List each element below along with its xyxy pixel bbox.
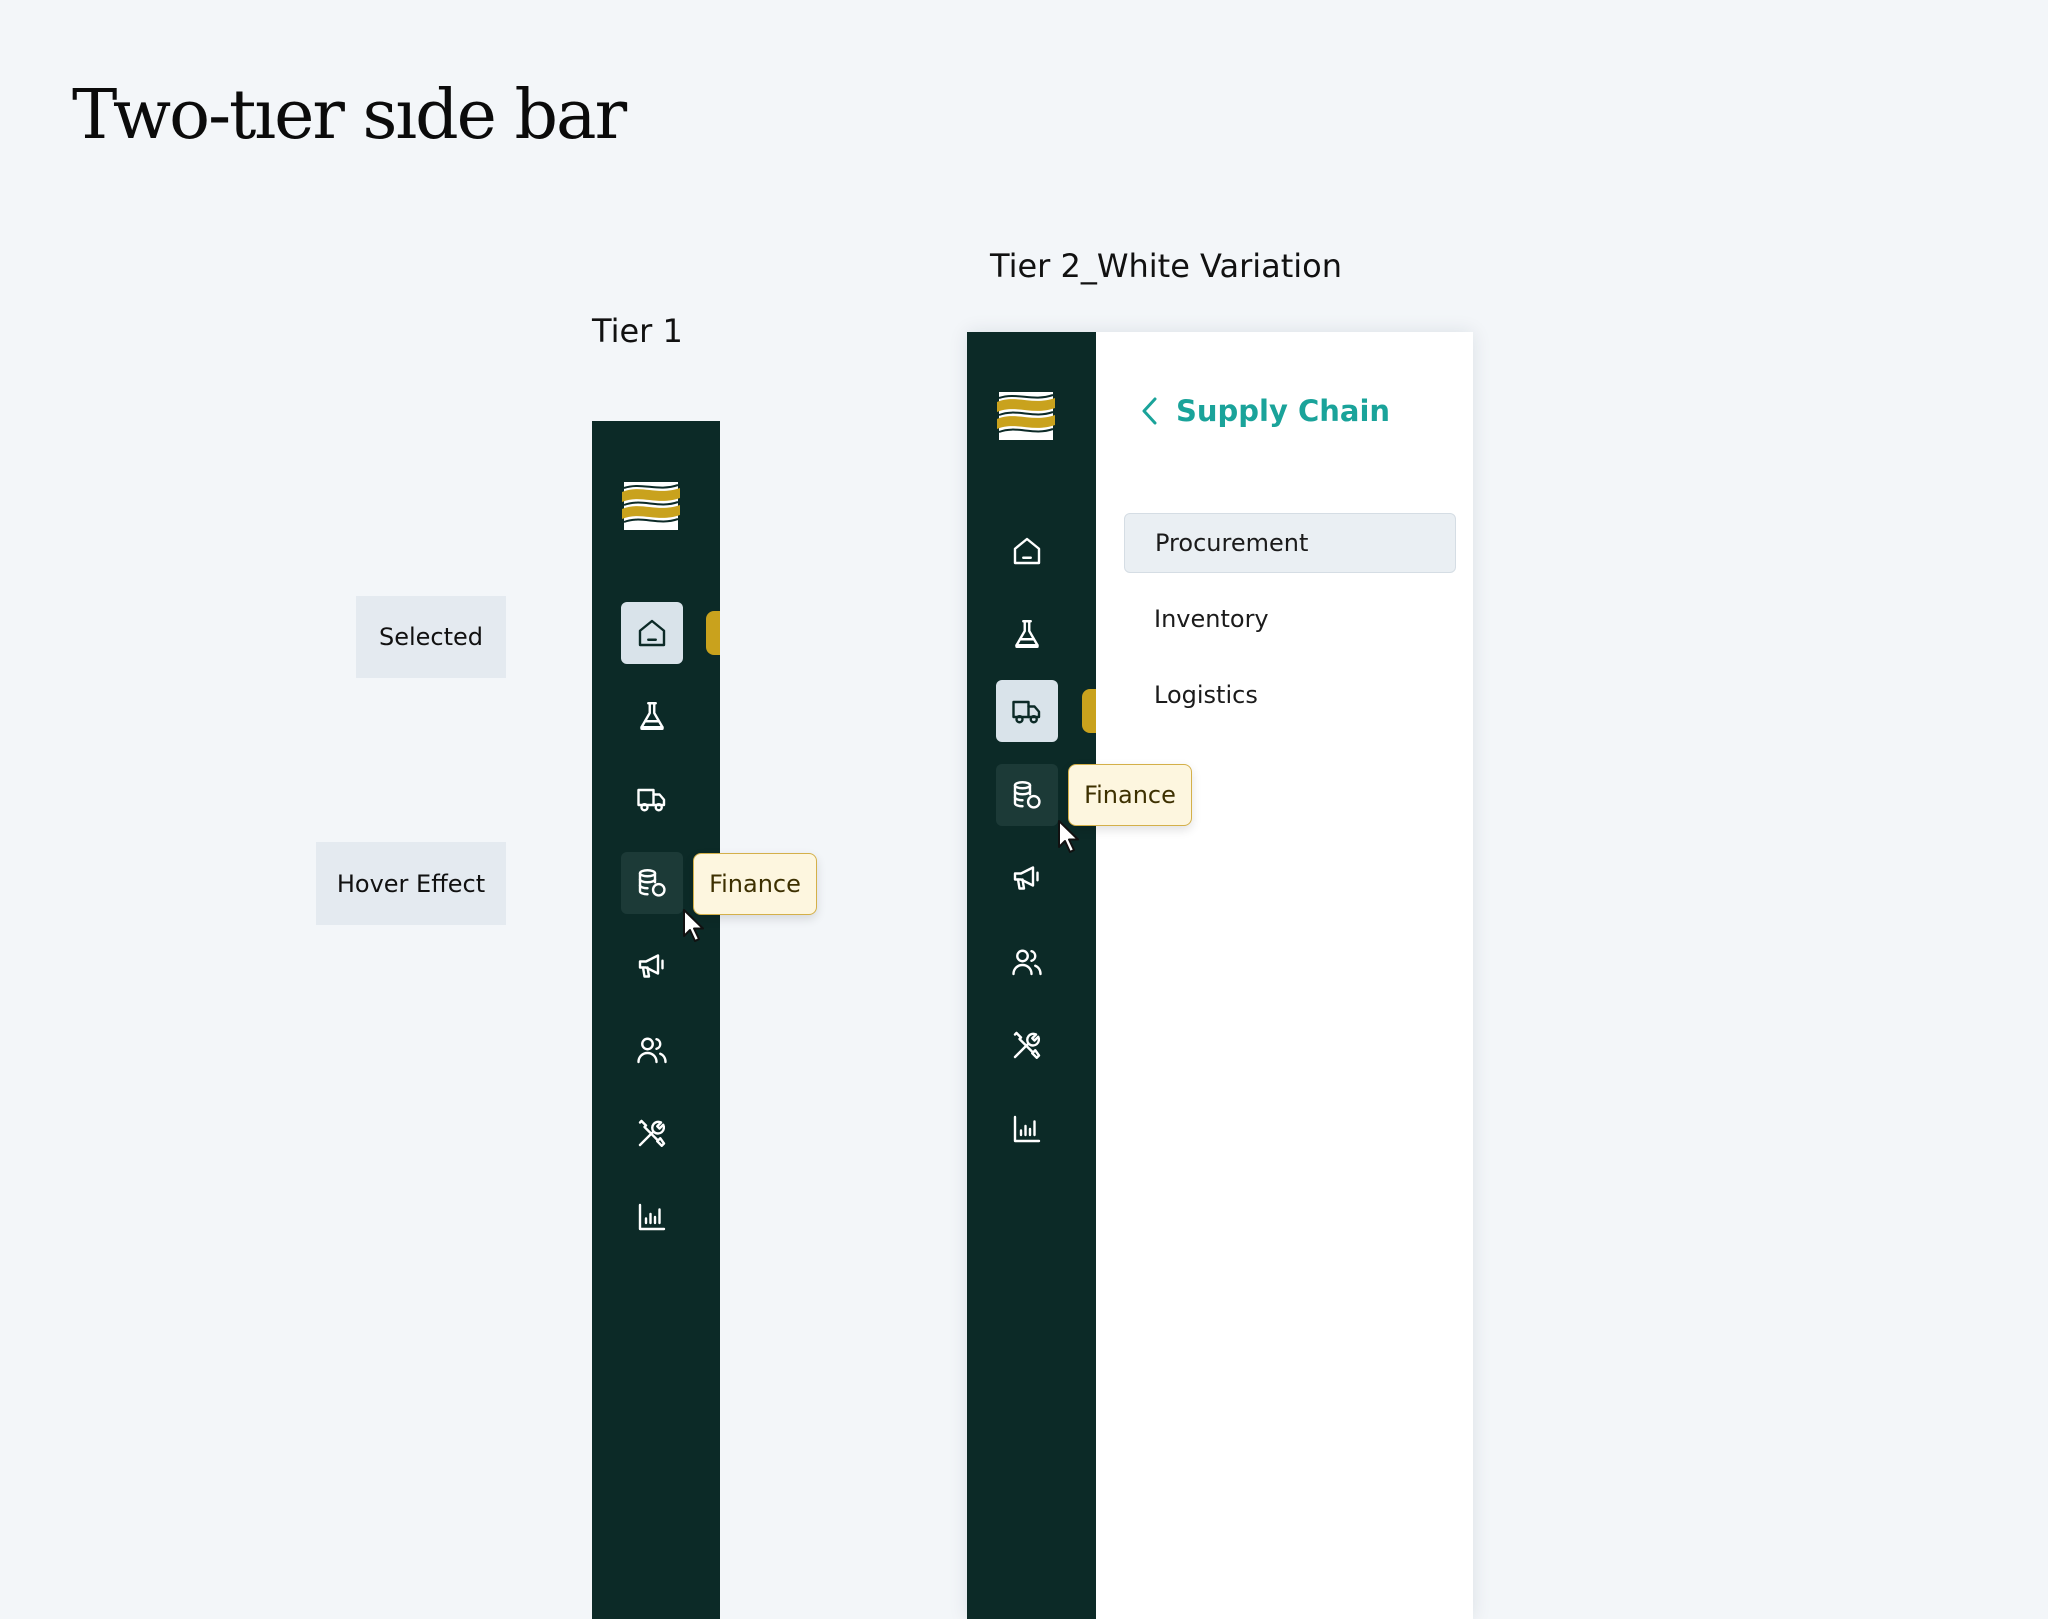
nav-supply-chain-icon-button[interactable] bbox=[621, 768, 683, 830]
brand-logo-icon[interactable] bbox=[997, 392, 1055, 440]
back-label: Supply Chain bbox=[1176, 394, 1391, 428]
tools-icon bbox=[1009, 1027, 1045, 1063]
page-title: Two-tıer sıde bar bbox=[72, 76, 627, 155]
nav-home-icon-button[interactable] bbox=[621, 602, 683, 664]
database-coin-icon bbox=[634, 865, 670, 901]
nav-marketing-icon-button[interactable] bbox=[996, 847, 1058, 909]
megaphone-icon bbox=[1009, 860, 1045, 896]
home-icon bbox=[634, 615, 670, 651]
finance-tooltip: Finance bbox=[1068, 764, 1192, 826]
tier1-title: Tier 1 bbox=[592, 312, 683, 350]
nav-tools-icon-button[interactable] bbox=[996, 1014, 1058, 1076]
bar-chart-icon bbox=[634, 1199, 670, 1235]
nav-people-icon-button[interactable] bbox=[621, 1019, 683, 1081]
bar-chart-icon bbox=[1009, 1111, 1045, 1147]
nav-supply-chain-icon-button[interactable] bbox=[996, 680, 1058, 742]
nav-finance-icon-button[interactable] bbox=[996, 764, 1058, 826]
flask-icon bbox=[1009, 616, 1045, 652]
nav-home-icon-button[interactable] bbox=[996, 520, 1058, 582]
tier2-rail bbox=[967, 332, 1096, 1619]
tier1-rail bbox=[592, 421, 720, 1619]
secondary-nav: Supply Chain Procurement Inventory Logis… bbox=[1096, 332, 1473, 932]
chevron-left-icon bbox=[1142, 397, 1157, 425]
subnav-item-inventory[interactable]: Inventory bbox=[1124, 589, 1456, 649]
nav-lab-icon-button[interactable] bbox=[621, 685, 683, 747]
nav-tools-icon-button[interactable] bbox=[621, 1102, 683, 1164]
truck-icon bbox=[1009, 693, 1045, 729]
users-icon bbox=[1009, 944, 1045, 980]
nav-reports-icon-button[interactable] bbox=[621, 1186, 683, 1248]
subnav-item-procurement[interactable]: Procurement bbox=[1124, 513, 1456, 573]
cursor-pointer-icon bbox=[1057, 819, 1083, 855]
nav-marketing-icon-button[interactable] bbox=[621, 935, 683, 997]
finance-tooltip: Finance bbox=[693, 853, 817, 915]
tier2-title: Tier 2_White Variation bbox=[990, 247, 1343, 285]
home-icon bbox=[1009, 533, 1045, 569]
selected-indicator bbox=[706, 611, 720, 655]
megaphone-icon bbox=[634, 948, 670, 984]
truck-icon bbox=[634, 781, 670, 817]
tools-icon bbox=[634, 1115, 670, 1151]
nav-reports-icon-button[interactable] bbox=[996, 1098, 1058, 1160]
back-button[interactable]: Supply Chain bbox=[1138, 394, 1390, 428]
selected-label: Selected bbox=[356, 596, 506, 678]
hover-effect-label: Hover Effect bbox=[316, 842, 506, 925]
nav-lab-icon-button[interactable] bbox=[996, 603, 1058, 665]
users-icon bbox=[634, 1032, 670, 1068]
nav-finance-icon-button[interactable] bbox=[621, 852, 683, 914]
nav-people-icon-button[interactable] bbox=[996, 931, 1058, 993]
brand-logo-icon[interactable] bbox=[622, 482, 680, 530]
flask-icon bbox=[634, 698, 670, 734]
selected-indicator bbox=[1082, 689, 1096, 733]
database-coin-icon bbox=[1009, 777, 1045, 813]
cursor-pointer-icon bbox=[682, 908, 708, 944]
subnav-item-logistics[interactable]: Logistics bbox=[1124, 665, 1456, 725]
